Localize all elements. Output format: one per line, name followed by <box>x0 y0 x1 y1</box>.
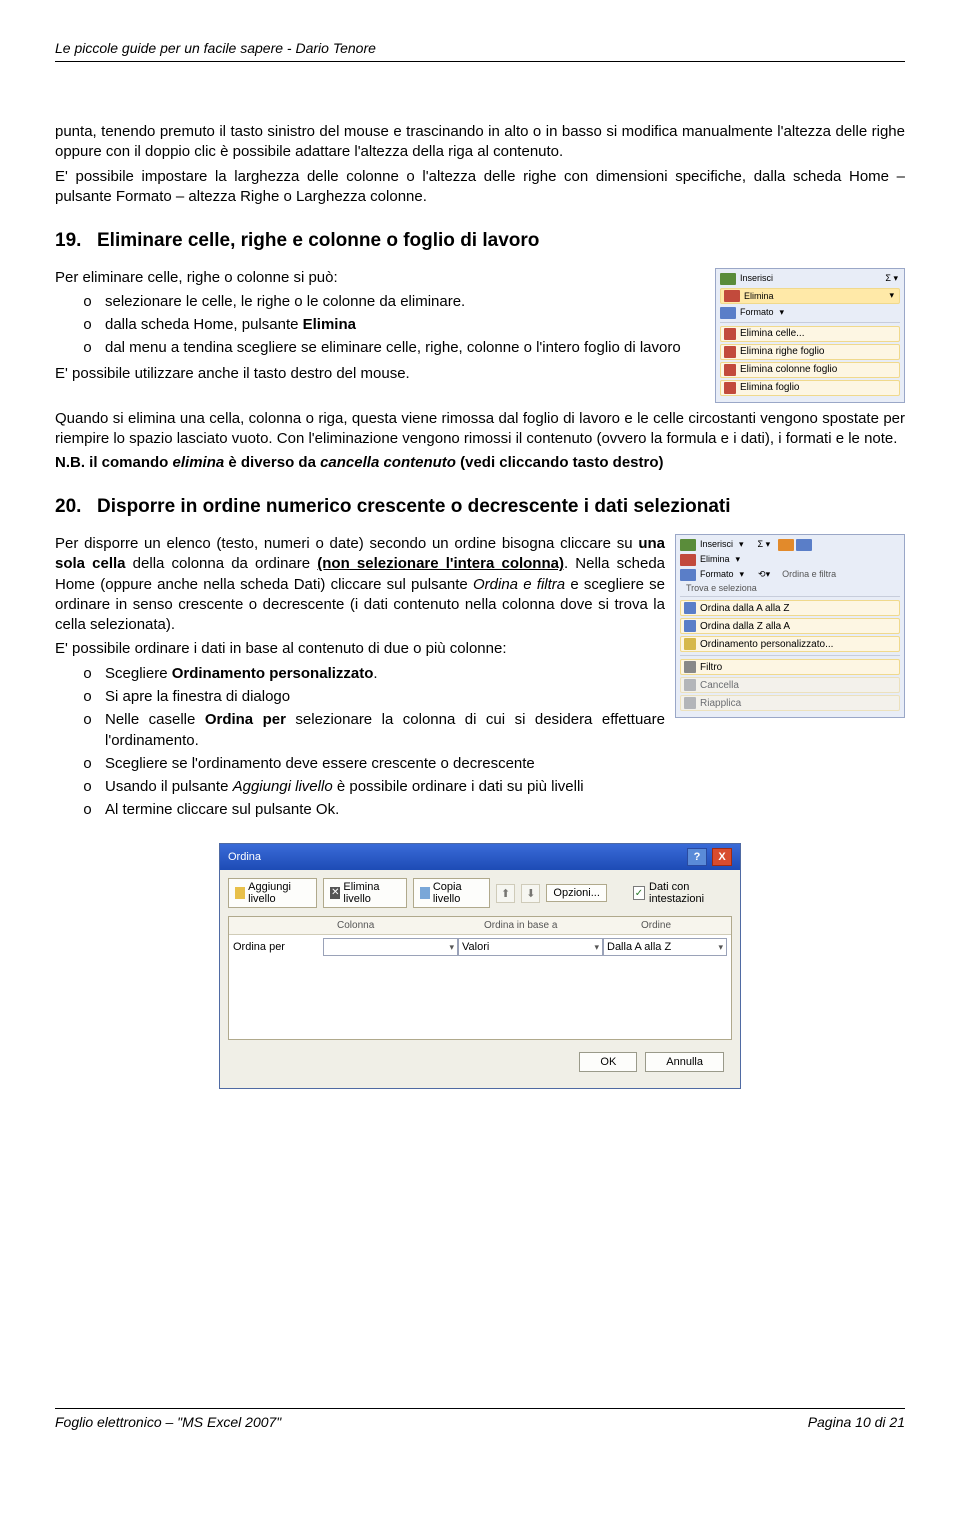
row-icon <box>724 346 736 358</box>
paragraph: Quando si elimina una cella, colonna o r… <box>55 409 905 450</box>
sort-custom-icon <box>684 638 696 650</box>
clear-icon <box>684 679 696 691</box>
sort-icon <box>778 539 794 551</box>
header-rule <box>55 61 905 62</box>
menu-item[interactable]: Elimina righe foglio <box>720 344 900 360</box>
dialog-titlebar: Ordina ? X <box>220 844 740 870</box>
cancel-button[interactable]: Annulla <box>645 1052 724 1072</box>
footer-right: Pagina 10 di 21 <box>808 1414 905 1430</box>
page-header: Le piccole guide per un facile sapere - … <box>55 40 905 56</box>
sort-za-icon <box>684 620 696 632</box>
menu-item[interactable]: Filtro <box>680 659 900 675</box>
paragraph-nb: N.B. il comando elimina è diverso da can… <box>55 453 905 473</box>
figure-ordina-menu: Inserisci▾ Σ ▾ Elimina▾ Formato▾ ⟲▾ Ordi… <box>675 534 905 718</box>
row-label: Ordina per <box>233 941 323 953</box>
close-button[interactable]: X <box>712 848 732 866</box>
paragraph: E' possibile impostare la larghezza dell… <box>55 167 905 208</box>
column-header: Ordina in base a <box>478 917 635 934</box>
list-item: Usando il pulsante Aggiungi livello è po… <box>105 777 905 798</box>
order-select[interactable]: Dalla A alla Z▾ <box>603 938 727 956</box>
menu-item[interactable]: Ordinamento personalizzato... <box>680 636 900 652</box>
format-icon <box>720 307 736 319</box>
dialog-title: Ordina <box>228 851 261 863</box>
sort-dialog: Ordina ? X Aggiungi livello ✕Elimina liv… <box>219 843 741 1089</box>
filter-icon <box>684 661 696 673</box>
sheet-icon <box>724 382 736 394</box>
headers-checkbox[interactable]: ✓Dati con intestazioni <box>633 881 732 905</box>
find-icon <box>796 539 812 551</box>
sort-az-icon <box>684 602 696 614</box>
format-icon <box>680 569 696 581</box>
col-icon <box>724 364 736 376</box>
menu-item[interactable]: Elimina foglio <box>720 380 900 396</box>
column-header: Ordine <box>635 917 731 934</box>
menu-item[interactable]: Elimina colonne foglio <box>720 362 900 378</box>
cell-icon <box>724 328 736 340</box>
column-select[interactable]: ▾ <box>323 938 458 956</box>
list-item: Scegliere se l'ordinamento deve essere c… <box>105 754 905 775</box>
menu-item[interactable]: Riapplica <box>680 695 900 711</box>
paragraph: punta, tenendo premuto il tasto sinistro… <box>55 122 905 163</box>
options-button[interactable]: Opzioni... <box>546 884 606 902</box>
ok-button[interactable]: OK <box>579 1052 637 1072</box>
column-header: Colonna <box>331 917 478 934</box>
help-button[interactable]: ? <box>687 848 707 866</box>
menu-item[interactable]: Cancella <box>680 677 900 693</box>
move-up-button[interactable]: ⬆ <box>496 884 515 903</box>
delete-level-button[interactable]: ✕Elimina livello <box>323 878 406 908</box>
copy-level-button[interactable]: Copia livello <box>413 878 490 908</box>
delete-icon <box>680 554 696 566</box>
list-item: Al termine cliccare sul pulsante Ok. <box>105 800 905 821</box>
menu-item[interactable]: Elimina celle... <box>720 326 900 342</box>
add-level-button[interactable]: Aggiungi livello <box>228 878 317 908</box>
footer-left: Foglio elettronico – "MS Excel 2007" <box>55 1414 281 1430</box>
menu-item[interactable]: Ordina dalla A alla Z <box>680 600 900 616</box>
delete-icon <box>724 290 740 302</box>
move-down-button[interactable]: ⬇ <box>521 884 540 903</box>
reapply-icon <box>684 697 696 709</box>
heading-19: 19.Eliminare celle, righe e colonne o fo… <box>55 229 905 254</box>
menu-item[interactable]: Ordina dalla Z alla A <box>680 618 900 634</box>
insert-icon <box>680 539 696 551</box>
insert-icon <box>720 273 736 285</box>
page-footer: Foglio elettronico – "MS Excel 2007" Pag… <box>55 1403 905 1430</box>
figure-elimina-menu: Inserisci Σ ▾ Elimina▾ Formato▾ Elimina … <box>715 268 905 403</box>
sorton-select[interactable]: Valori▾ <box>458 938 603 956</box>
heading-20: 20.Disporre in ordine numerico crescente… <box>55 495 905 520</box>
